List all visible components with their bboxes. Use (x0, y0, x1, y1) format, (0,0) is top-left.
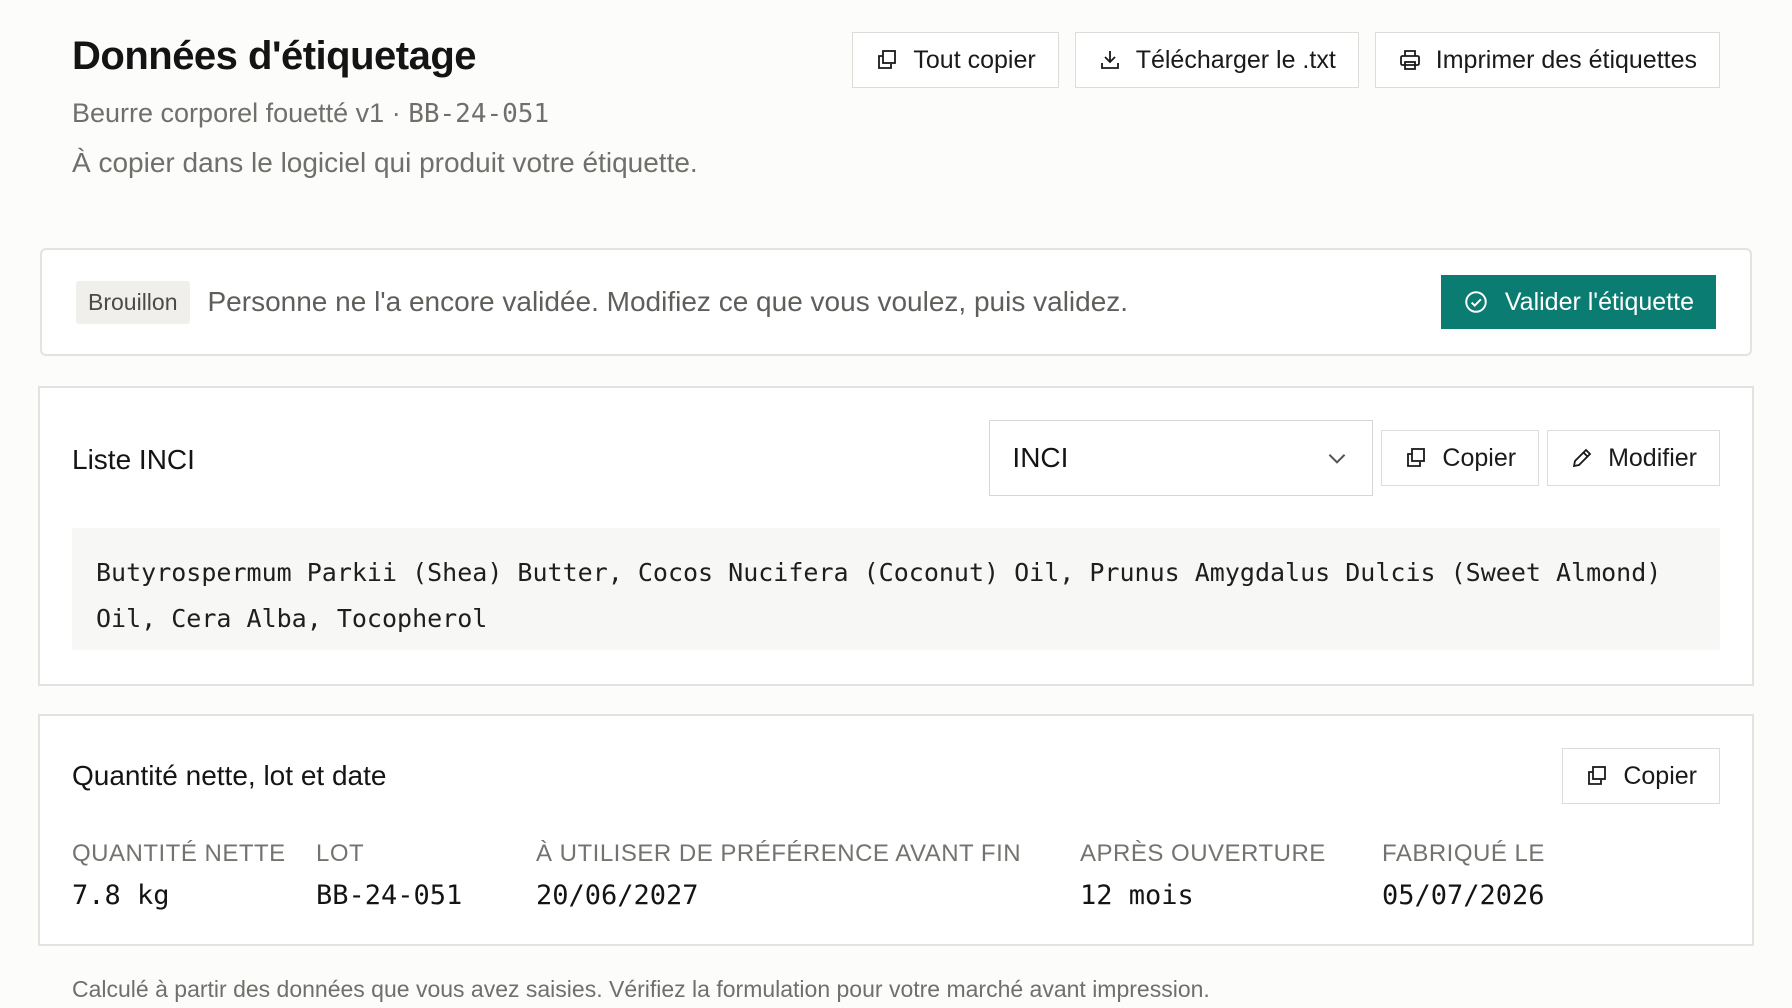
status-banner: Brouillon Personne ne l'a encore validée… (40, 248, 1752, 356)
page-title: Données d'étiquetage (72, 34, 477, 78)
field-value: 20/06/2027 (536, 880, 699, 911)
copy-quantity-button[interactable]: Copier (1562, 748, 1720, 804)
field-value: 7.8 kg (72, 880, 170, 911)
inci-card-title: Liste INCI (72, 444, 195, 475)
inci-format-select[interactable]: INCI (989, 420, 1374, 496)
copy-inci-label: Copier (1442, 443, 1517, 472)
field-label: À UTILISER DE PRÉFÉRENCE AVANT FIN (536, 840, 1022, 867)
inci-card: Liste INCI INCI Copier Modifier Butyrosp… (38, 386, 1754, 686)
field-label: LOT (316, 840, 365, 867)
field-lot: LOT BB-24-051 (316, 840, 462, 911)
validate-label: Valider l'étiquette (1504, 287, 1694, 316)
download-icon (1100, 51, 1119, 69)
field-label: FABRIQUÉ LE (1382, 840, 1545, 867)
status-badge: Brouillon (76, 280, 190, 324)
download-label: Télécharger le .txt (1135, 45, 1336, 74)
page-toolbar: Tout copier Télécharger le .txt Imprimer… (852, 32, 1720, 88)
download-txt-button[interactable]: Télécharger le .txt (1074, 32, 1359, 88)
field-net-quantity: QUANTITÉ NETTE 7.8 kg (72, 840, 286, 911)
copy-icon (1588, 766, 1607, 785)
inci-ingredients-text[interactable]: Butyrospermum Parkii (Shea) Butter, Coco… (72, 528, 1720, 650)
subtitle-separator: · (391, 98, 401, 128)
copy-quantity-label: Copier (1623, 761, 1697, 790)
quantity-card-title: Quantité nette, lot et date (72, 760, 387, 791)
field-after-opening: APRÈS OUVERTURE 12 mois (1080, 840, 1326, 911)
field-best-before: À UTILISER DE PRÉFÉRENCE AVANT FIN 20/06… (536, 840, 1021, 911)
pencil-icon (1572, 448, 1592, 468)
print-label: Imprimer des étiquettes (1435, 45, 1697, 74)
edit-inci-label: Modifier (1608, 443, 1697, 472)
validate-label-button[interactable]: Valider l'étiquette (1440, 275, 1716, 329)
field-value: 12 mois (1080, 880, 1194, 911)
status-message: Personne ne l'a encore validée. Modifiez… (207, 286, 1129, 317)
batch-code: BB-24-051 (408, 99, 550, 129)
printer-icon (1399, 50, 1420, 70)
inci-format-value: INCI (1012, 442, 1069, 473)
field-label: APRÈS OUVERTURE (1080, 840, 1326, 867)
print-labels-button[interactable]: Imprimer des étiquettes (1374, 32, 1720, 88)
page-description: À copier dans le logiciel qui produit vo… (72, 147, 698, 178)
copy-icon (878, 50, 897, 69)
copy-inci-button[interactable]: Copier (1381, 430, 1540, 486)
field-value: 05/07/2026 (1382, 880, 1545, 911)
edit-inci-button[interactable]: Modifier (1547, 430, 1720, 486)
field-manufactured-on: FABRIQUÉ LE 05/07/2026 (1382, 840, 1545, 911)
product-name: Beurre corporel fouetté v1 (72, 98, 385, 128)
field-value: BB-24-051 (316, 880, 463, 911)
copy-all-label: Tout copier (913, 45, 1036, 74)
inci-actions: INCI Copier Modifier (989, 420, 1720, 496)
footnote: Calculé à partir des données que vous av… (72, 976, 1210, 1002)
check-circle-icon (1465, 291, 1487, 313)
field-label: QUANTITÉ NETTE (72, 840, 286, 867)
page-header: Données d'étiquetage Beurre corporel fou… (72, 30, 698, 181)
quantity-card: Quantité nette, lot et date Copier QUANT… (38, 714, 1754, 946)
product-subtitle: Beurre corporel fouetté v1 · BB-24-051 (72, 96, 698, 131)
chevron-down-icon (1329, 454, 1346, 464)
copy-icon (1407, 448, 1426, 467)
copy-all-button[interactable]: Tout copier (852, 32, 1059, 88)
label-data-page: Données d'étiquetage Beurre corporel fou… (0, 0, 1792, 1008)
